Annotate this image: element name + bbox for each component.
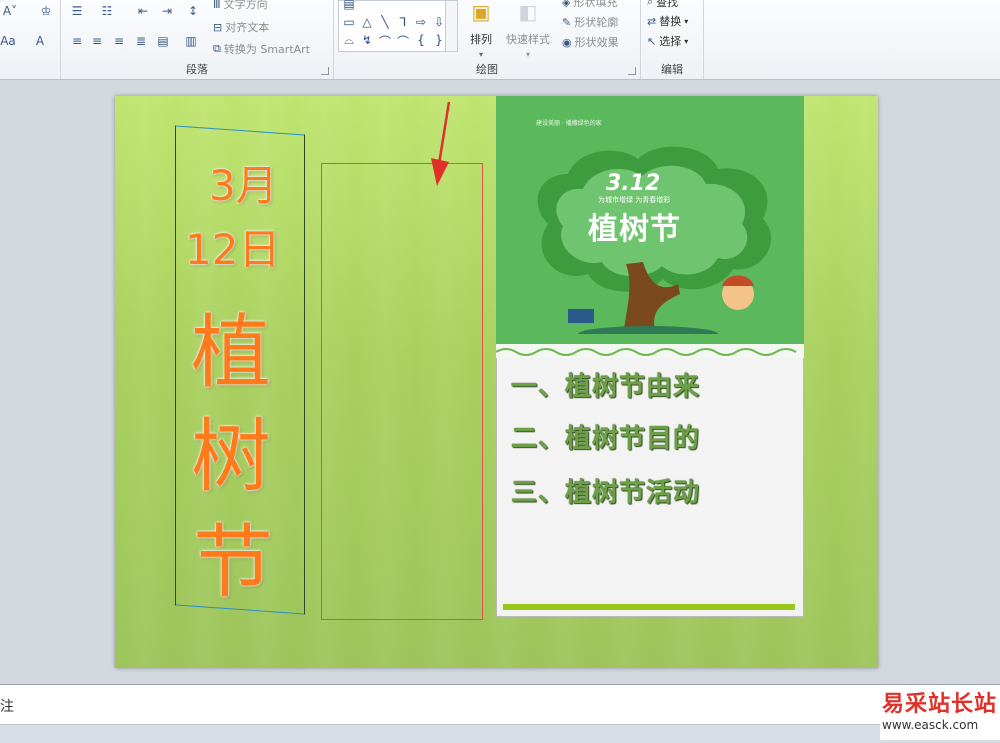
text-direction-label: 文字方向	[223, 0, 268, 11]
empty-text-box[interactable]	[321, 163, 483, 620]
shape-effects-label: 形状效果	[574, 36, 619, 49]
font-size-down-icon[interactable]: A˅	[2, 4, 18, 18]
notes-pane[interactable]: 注	[0, 684, 1000, 725]
watermark-url: www.easck.com	[882, 718, 979, 732]
line-spacing-icon[interactable]: ↕	[185, 4, 201, 18]
watermark-title: 易采站长站	[882, 692, 998, 717]
replace-icon: ⇄	[647, 14, 657, 28]
convert-smartart-button[interactable]: ⧉ 转换为 SmartArt	[213, 41, 310, 57]
list-item[interactable]: 三、植树节活动	[511, 472, 700, 509]
shape-effects-icon: ◉	[562, 35, 572, 49]
slide-canvas[interactable]: 3月 12日 植 树 节 建设美丽 · 播撒绿色的家 3.12 为城市增绿 为青…	[115, 96, 878, 668]
smartart-icon: ⧉	[213, 42, 221, 55]
numbering-icon[interactable]: ☷	[99, 4, 115, 18]
shape-outline-label: 形状轮廓	[574, 16, 619, 29]
left-brace-icon[interactable]: {	[413, 33, 429, 47]
list-item[interactable]: 一、植树节由来	[511, 366, 700, 403]
justify-icon[interactable]: ≣	[133, 34, 149, 48]
editing-group-label: 编辑	[661, 63, 683, 76]
poster-tagline: 建设美丽 · 播撒绿色的家	[536, 120, 602, 127]
increase-indent-icon[interactable]: ⇥	[159, 4, 175, 18]
title-char-jie[interactable]: 节	[193, 498, 273, 614]
distributed-icon[interactable]: ▤	[155, 34, 171, 48]
find-label: 查找	[656, 0, 679, 9]
rect-shape-icon[interactable]: ▭	[341, 15, 357, 29]
drawing-dialog-launcher[interactable]	[628, 67, 636, 75]
find-icon: ⌕	[647, 0, 654, 8]
arrange-button[interactable]: ▣ 排列 ▾	[470, 0, 492, 59]
text-direction-icon: Ⅲ	[213, 0, 221, 11]
title-day[interactable]: 12日	[185, 216, 280, 277]
quick-styles-label: 快速样式	[506, 33, 550, 46]
align-center-icon[interactable]: ≡	[89, 34, 105, 48]
site-watermark: 易采站长站 www.easck.com	[880, 686, 1000, 740]
replace-button[interactable]: ⇄ 替换 ▾	[647, 13, 688, 29]
title-char-zhi[interactable]: 植	[191, 288, 271, 404]
replace-dropdown-icon: ▾	[684, 16, 689, 26]
notes-placeholder: 注	[0, 699, 14, 715]
align-text-icon: ⊟	[213, 20, 223, 34]
font-color-icon[interactable]: A	[32, 34, 48, 48]
clear-format-icon[interactable]: ♔	[38, 4, 54, 18]
cursor-icon: ↖	[647, 34, 657, 48]
poster-date: 3.12	[606, 171, 661, 196]
shape-outline-button[interactable]: ✎ 形状轮廓	[562, 14, 618, 30]
select-label: 选择	[659, 35, 682, 48]
line-shape-icon[interactable]: ╲	[377, 15, 393, 29]
quick-styles-dropdown-icon: ▾	[525, 50, 530, 59]
poster-title: 植树节	[588, 212, 681, 247]
align-text-label: 对齐文本	[225, 21, 270, 34]
shape-effects-button[interactable]: ◉ 形状效果	[562, 34, 619, 50]
shape-fill-button[interactable]: ◈ 形状填充	[562, 0, 617, 10]
paragraph-dialog-launcher[interactable]	[321, 67, 329, 75]
title-month[interactable]: 3月	[209, 152, 278, 213]
leaf-border-decoration	[496, 344, 804, 358]
list-item[interactable]: 二、植树节目的	[511, 418, 700, 455]
panel-bottom-bar	[503, 604, 795, 610]
convert-smartart-label: 转换为 SmartArt	[223, 43, 310, 56]
columns-icon[interactable]: ▥	[183, 34, 199, 48]
curve-shape-icon[interactable]: ⌒	[377, 33, 393, 50]
shape-icon-b[interactable]: ↯	[359, 33, 375, 47]
arrange-label: 排列	[470, 33, 492, 46]
arbor-day-poster-image[interactable]: 建设美丽 · 播撒绿色的家 3.12 为城市增绿 为青春增彩 植树节	[496, 96, 804, 344]
text-direction-button[interactable]: Ⅲ 文字方向	[213, 0, 268, 12]
text-box-icon[interactable]: ▤	[341, 0, 357, 11]
align-left-icon[interactable]: ≡	[69, 34, 85, 48]
elbow-shape-icon[interactable]: ⅂	[395, 15, 411, 29]
change-case-icon[interactable]: Aa	[0, 34, 16, 48]
arc-shape-icon[interactable]: ⌒	[395, 33, 411, 50]
shape-fill-label: 形状填充	[573, 0, 618, 9]
select-button[interactable]: ↖ 选择 ▾	[647, 33, 688, 49]
arrange-icon: ▣	[471, 0, 491, 24]
ribbon: A˅ ♔ Aa A ☰ ☷ ⇤ ⇥ ↕ ≡ ≡ ≡ ≣ ▤ ▥ Ⅲ 文字方向 ⊟…	[0, 0, 1000, 80]
status-bar	[0, 724, 1000, 743]
bullets-icon[interactable]: ☰	[69, 4, 85, 18]
select-dropdown-icon: ▾	[684, 36, 689, 46]
decrease-indent-icon[interactable]: ⇤	[135, 4, 151, 18]
red-arrow-annotation	[431, 101, 451, 186]
title-char-shu[interactable]: 树	[191, 392, 271, 508]
paragraph-group-label: 段落	[186, 63, 208, 76]
triangle-shape-icon[interactable]: △	[359, 15, 375, 29]
shape-fill-icon: ◈	[562, 0, 571, 9]
drawing-group-label: 绘图	[476, 63, 498, 76]
find-button[interactable]: ⌕ 查找	[647, 0, 678, 10]
shape-icon-a[interactable]: ⌓	[341, 33, 357, 48]
shapes-gallery[interactable]: ▤ ▭ △ ╲ ⅂ ⇨ ⇩ ⌓ ↯ ⌒ ⌒ { }	[338, 0, 458, 52]
shape-outline-icon: ✎	[562, 15, 572, 29]
paragraph-group: ☰ ☷ ⇤ ⇥ ↕ ≡ ≡ ≡ ≣ ▤ ▥ Ⅲ 文字方向 ⊟ 对齐文本 ⧉ 转换…	[61, 0, 334, 79]
replace-label: 替换	[659, 15, 682, 28]
right-arrow-shape-icon[interactable]: ⇨	[413, 15, 429, 29]
align-text-button[interactable]: ⊟ 对齐文本	[213, 19, 269, 35]
quick-styles-icon: ◧	[518, 0, 538, 24]
quick-styles-button[interactable]: ◧ 快速样式 ▾	[506, 0, 550, 59]
content-list-panel[interactable]: 一、植树节由来 二、植树节目的 三、植树节活动	[496, 358, 804, 617]
font-group: A˅ ♔ Aa A	[0, 0, 61, 79]
arrange-dropdown-icon: ▾	[478, 50, 483, 59]
editing-group: ⌕ 查找 ⇄ 替换 ▾ ↖ 选择 ▾ 编辑	[641, 0, 704, 79]
shapes-gallery-scroll[interactable]	[445, 1, 457, 51]
align-right-icon[interactable]: ≡	[111, 34, 127, 48]
